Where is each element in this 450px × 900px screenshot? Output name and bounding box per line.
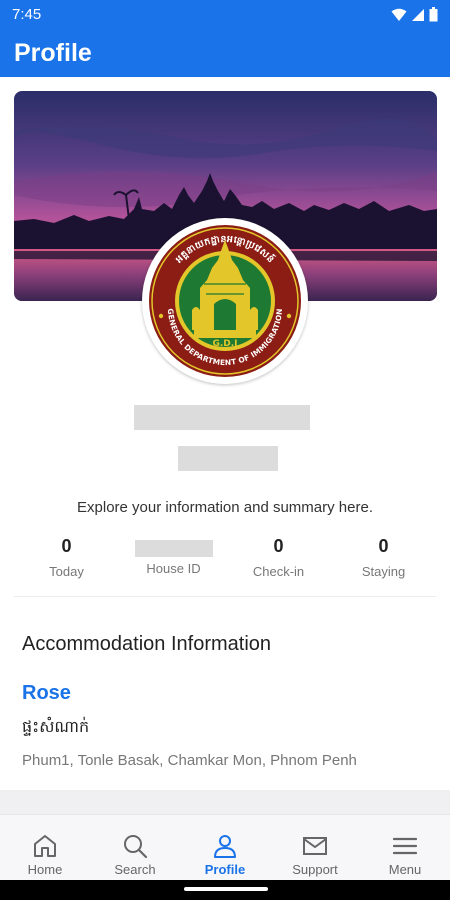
accommodation-type: ផ្ទះសំណាក់ bbox=[22, 719, 90, 736]
user-id-redacted bbox=[178, 446, 278, 471]
home-indicator[interactable] bbox=[184, 887, 268, 891]
nav-label-menu: Menu bbox=[388, 862, 422, 877]
app-bar: Profile bbox=[0, 30, 450, 77]
nav-item-profile[interactable]: Profile bbox=[180, 815, 270, 881]
page-title: Profile bbox=[14, 39, 92, 67]
menu-icon bbox=[392, 837, 418, 855]
battery-icon bbox=[429, 7, 438, 22]
nav-label-profile: Profile bbox=[204, 862, 246, 877]
stat-check-in-value: 0 bbox=[273, 536, 284, 556]
nav-label-home: Home bbox=[27, 862, 63, 877]
profile-icon bbox=[214, 835, 236, 858]
accommodation-section-title: Accommodation Information bbox=[22, 633, 272, 655]
nav-label-search: Search bbox=[114, 862, 156, 877]
profile-summary-text: Explore your information and summary her… bbox=[77, 499, 373, 516]
nav-item-support[interactable]: Support bbox=[270, 815, 360, 881]
stat-house-id-label: House ID bbox=[146, 561, 201, 576]
immigration-seal-logo: អគ្គនាយកដ្ឋានអន្តោប្រវេសន៍ អគ្គនាយកដ្ឋាន… bbox=[142, 218, 308, 384]
status-bar: 7:45 bbox=[0, 0, 450, 30]
content-footer-band bbox=[0, 790, 450, 814]
home-icon bbox=[34, 835, 56, 857]
wifi-icon bbox=[391, 8, 407, 21]
stat-check-in: 0 Check-in bbox=[226, 536, 331, 579]
section-divider bbox=[14, 596, 436, 597]
mail-icon bbox=[303, 837, 327, 855]
house-id-redacted bbox=[134, 540, 213, 557]
nav-label-support: Support bbox=[292, 862, 338, 877]
user-name-redacted bbox=[134, 405, 310, 430]
status-time: 7:45 bbox=[12, 6, 42, 23]
search-icon bbox=[124, 835, 148, 859]
accommodation-name[interactable]: Rose bbox=[22, 682, 71, 705]
signal-icon bbox=[412, 8, 424, 21]
bottom-navigation: Home Search Profile Support Menu bbox=[0, 814, 450, 880]
nav-item-menu[interactable]: Menu bbox=[360, 815, 450, 881]
nav-item-home[interactable]: Home bbox=[0, 815, 90, 881]
accommodation-address: Phum1, Tonle Basak, Chamkar Mon, Phnom P… bbox=[22, 752, 357, 769]
stats-row: 0 Today House ID 0 Check-in 0 Staying bbox=[14, 536, 436, 586]
stat-staying-label: Staying bbox=[361, 564, 406, 579]
stat-today: 0 Today bbox=[14, 536, 119, 579]
nav-item-search[interactable]: Search bbox=[90, 815, 180, 881]
stat-staying-value: 0 bbox=[378, 536, 389, 556]
stat-check-in-label: Check-in bbox=[252, 564, 305, 579]
seal-abbreviation: G.D.I bbox=[212, 339, 237, 349]
stat-house-id: House ID bbox=[121, 536, 226, 576]
stat-today-label: Today bbox=[49, 564, 84, 579]
status-icons bbox=[391, 7, 438, 22]
seal-graphic: អគ្គនាយកដ្ឋានអន្តោប្រវេសន៍ អគ្គនាយកដ្ឋាន… bbox=[146, 222, 304, 380]
stat-today-value: 0 bbox=[61, 536, 72, 556]
stat-staying: 0 Staying bbox=[331, 536, 436, 579]
